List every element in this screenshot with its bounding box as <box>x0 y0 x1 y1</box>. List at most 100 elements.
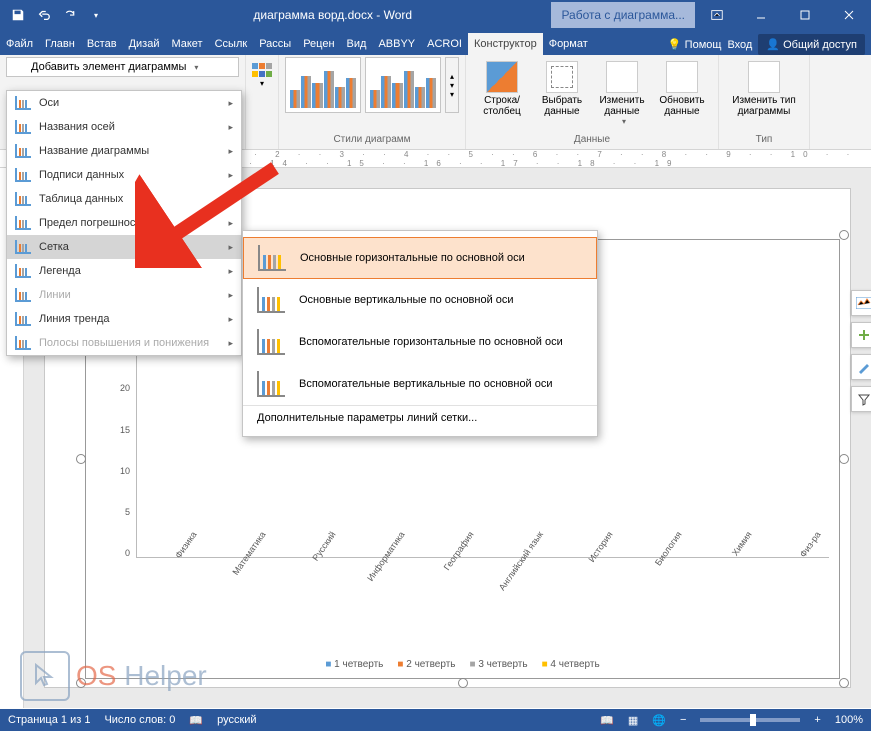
cursor-icon <box>20 651 70 701</box>
tell-me[interactable]: 💡 Помощ <box>668 38 722 51</box>
add-chart-element-label: Добавить элемент диаграммы <box>31 61 186 73</box>
minimize-button[interactable] <box>739 0 783 30</box>
refresh-data-button[interactable]: Обновитьданные <box>652 57 712 126</box>
chart-style-thumb[interactable] <box>285 57 361 113</box>
menu-item-линия-тренда[interactable]: Линия тренда▸ <box>7 307 241 331</box>
legend-item[interactable]: 3 четверть <box>470 659 528 670</box>
chart-layout-button[interactable] <box>851 290 871 316</box>
zoom-in-button[interactable]: + <box>814 714 820 726</box>
gridlines-submenu: Основные горизонтальные по основной оси О… <box>242 230 598 437</box>
chart-mini-icon <box>15 192 31 206</box>
zoom-slider[interactable] <box>700 718 800 722</box>
chart-style-thumb[interactable] <box>365 57 441 113</box>
tab-view[interactable]: Вид <box>341 33 373 55</box>
tab-layout[interactable]: Макет <box>165 33 208 55</box>
tab-home[interactable]: Главн <box>39 33 81 55</box>
quick-access-toolbar: ▾ <box>0 3 114 27</box>
save-button[interactable] <box>6 3 30 27</box>
maximize-button[interactable] <box>783 0 827 30</box>
tab-format[interactable]: Формат <box>543 33 594 55</box>
tab-abbyy[interactable]: ABBYY <box>372 33 421 55</box>
tab-constructor[interactable]: Конструктор <box>468 33 543 55</box>
chart-side-buttons <box>851 290 871 412</box>
sign-in[interactable]: Вход <box>727 39 752 51</box>
chart-x-axis: ФизикаМатематикаРусскийИнформатикаГеогра… <box>136 558 829 638</box>
edit-data-button[interactable]: Изменитьданные <box>592 57 652 126</box>
tab-file[interactable]: Файл <box>0 33 39 55</box>
chart-mini-icon <box>15 216 31 230</box>
gallery-down[interactable]: ▾ <box>446 81 458 90</box>
print-layout-button[interactable]: ▦ <box>628 714 638 727</box>
menu-item-название-диаграммы[interactable]: Название диаграммы▸ <box>7 139 241 163</box>
gridline-icon <box>257 287 285 313</box>
watermark-logo: OS Helper <box>20 651 207 701</box>
read-mode-button[interactable]: 📖 <box>600 714 614 727</box>
chart-mini-icon <box>15 240 31 254</box>
gridline-option[interactable]: Вспомогательные горизонтальные по основн… <box>243 321 597 363</box>
web-layout-button[interactable]: 🌐 <box>652 714 666 727</box>
word-count[interactable]: Число слов: 0 <box>104 714 175 726</box>
menu-item-label: Подписи данных <box>39 169 124 181</box>
menu-item-label: Названия осей <box>39 121 115 133</box>
page-indicator[interactable]: Страница 1 из 1 <box>8 714 90 726</box>
qat-customize[interactable]: ▾ <box>84 3 108 27</box>
zoom-out-button[interactable]: − <box>680 714 686 726</box>
window-controls <box>695 0 871 30</box>
legend-item[interactable]: 2 четверть <box>397 659 455 670</box>
legend-item[interactable]: 1 четверть <box>325 659 383 670</box>
gridline-option[interactable]: Основные горизонтальные по основной оси <box>243 237 597 279</box>
tab-insert[interactable]: Встав <box>81 33 123 55</box>
tab-review[interactable]: Рецен <box>297 33 340 55</box>
chart-mini-icon <box>15 96 31 110</box>
change-chart-type-button[interactable]: Изменить типдиаграммы <box>725 57 803 117</box>
gallery-more[interactable]: ▾ <box>446 90 458 99</box>
redo-button[interactable] <box>58 3 82 27</box>
tab-acrobat[interactable]: ACROI <box>421 33 468 55</box>
change-colors-button[interactable]: ▾ <box>252 57 272 88</box>
tab-design[interactable]: Дизай <box>123 33 166 55</box>
select-data-icon <box>546 61 578 93</box>
legend-item[interactable]: 4 четверть <box>542 659 600 670</box>
gallery-up[interactable]: ▴ <box>446 72 458 81</box>
gridline-label: Основные горизонтальные по основной оси <box>300 252 525 264</box>
tab-mailings[interactable]: Рассы <box>253 33 297 55</box>
add-chart-element-button[interactable]: Добавить элемент диаграммы <box>6 57 239 77</box>
select-data-button[interactable]: Выбратьданные <box>532 57 592 126</box>
close-button[interactable] <box>827 0 871 30</box>
menu-item-оси[interactable]: Оси▸ <box>7 91 241 115</box>
gridline-option[interactable]: Основные вертикальные по основной оси <box>243 279 597 321</box>
refresh-icon <box>666 61 698 93</box>
menu-item-label: Оси <box>39 97 59 109</box>
group-label-type: Тип <box>725 134 803 147</box>
language-indicator[interactable]: русский <box>217 714 256 726</box>
share-button[interactable]: 👤 Общий доступ <box>758 34 865 55</box>
ribbon-tabs: Файл Главн Встав Дизай Макет Ссылк Рассы… <box>0 30 871 55</box>
zoom-level[interactable]: 100% <box>835 714 863 726</box>
undo-button[interactable] <box>32 3 56 27</box>
proofing-icon[interactable]: 📖 <box>189 714 203 727</box>
chart-filter-button[interactable] <box>851 386 871 412</box>
menu-item-label: Легенда <box>39 265 81 277</box>
edit-data-icon <box>606 61 638 93</box>
gridline-option[interactable]: Вспомогательные вертикальные по основной… <box>243 363 597 405</box>
menu-item-линии: Линии▸ <box>7 283 241 307</box>
menu-item-подписи-данных[interactable]: Подписи данных▸ <box>7 163 241 187</box>
menu-item-легенда[interactable]: Легенда▸ <box>7 259 241 283</box>
ribbon-options-button[interactable] <box>695 0 739 30</box>
menu-item-названия-осей[interactable]: Названия осей▸ <box>7 115 241 139</box>
document-title: диаграмма ворд.docx - Word <box>114 8 551 22</box>
menu-item-label: Таблица данных <box>39 193 123 205</box>
chart-styles-button[interactable] <box>851 354 871 380</box>
chart-mini-icon <box>15 336 31 350</box>
chart-mini-icon <box>15 264 31 278</box>
gridline-label: Основные вертикальные по основной оси <box>299 294 514 306</box>
tab-references[interactable]: Ссылк <box>209 33 254 55</box>
menu-item-предел-погрешностей[interactable]: Предел погрешностей▸ <box>7 211 241 235</box>
more-gridline-options[interactable]: Дополнительные параметры линий сетки... <box>243 405 597 430</box>
switch-row-column-button[interactable]: Строка/столбец <box>472 57 532 126</box>
menu-item-сетка[interactable]: Сетка▸ <box>7 235 241 259</box>
chart-type-icon <box>748 61 780 93</box>
chart-styles-gallery[interactable]: ▴ ▾ ▾ <box>285 57 459 113</box>
menu-item-таблица-данных[interactable]: Таблица данных▸ <box>7 187 241 211</box>
chart-elements-button[interactable] <box>851 322 871 348</box>
